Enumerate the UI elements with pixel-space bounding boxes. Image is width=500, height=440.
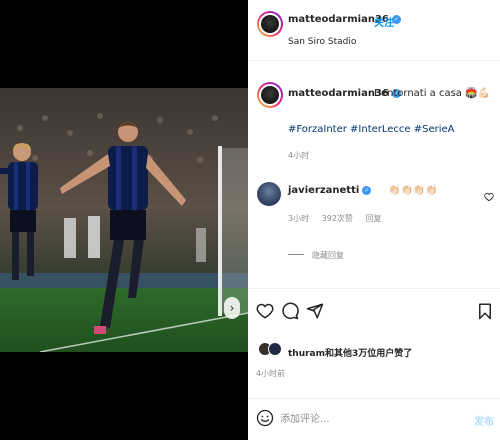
hide-replies-label: 隐藏回复: [312, 251, 344, 260]
comment-text: 👏🏻👏🏻👏🏻👏🏻: [388, 185, 438, 196]
commenter-avatar[interactable]: [257, 182, 281, 206]
comment-meta: 3小时 392次赞 回复: [288, 213, 391, 224]
heart-icon[interactable]: [256, 302, 274, 320]
add-comment-bar: 发布: [248, 398, 500, 440]
carousel-next-button[interactable]: ›: [224, 297, 240, 319]
reply-button[interactable]: 回复: [365, 214, 381, 223]
post-details: matteodarmian36 ✓ 关注 San Siro Stadio matt…: [248, 0, 500, 440]
post-comment-button[interactable]: 发布: [474, 413, 494, 428]
other-likers-text[interactable]: 和其他3万位用户赞了: [325, 349, 412, 359]
commenter-username-text[interactable]: javierzanetti: [288, 185, 359, 196]
send-icon[interactable]: [306, 302, 324, 320]
caption-text: Bentornati a casa 🏟️💪🏻: [374, 88, 491, 99]
header-divider: [248, 60, 500, 61]
reply-line-divider: [288, 254, 304, 255]
comment-icon[interactable]: [281, 302, 299, 320]
caption-avatar[interactable]: [259, 84, 281, 106]
bookmark-icon[interactable]: [476, 302, 494, 320]
post-photo[interactable]: ›: [0, 88, 248, 352]
first-liker-username[interactable]: thuram: [288, 349, 325, 359]
action-bar: [248, 300, 500, 330]
post-header: matteodarmian36 ✓ 关注 San Siro Stadio: [248, 0, 500, 60]
location-link[interactable]: San Siro Stadio: [288, 37, 356, 47]
caption-hashtags[interactable]: #ForzaInter #InterLecce #SerieA: [288, 124, 455, 135]
verified-badge-icon: ✓: [362, 186, 372, 195]
hide-replies-button[interactable]: 隐藏回复: [288, 250, 344, 261]
post-time: 4小时前: [256, 369, 286, 378]
comment-time: 3小时: [288, 214, 310, 223]
smiley-icon[interactable]: [256, 409, 274, 427]
follow-button[interactable]: 关注: [374, 14, 394, 29]
caption-time: 4小时: [288, 151, 310, 160]
author-avatar[interactable]: [259, 13, 281, 35]
chevron-right-icon: ›: [229, 301, 235, 315]
commenter-username[interactable]: javierzanetti ✓: [288, 185, 372, 196]
comments-divider: [248, 288, 500, 289]
comment-input[interactable]: [280, 410, 450, 428]
comment-like-heart-icon[interactable]: [484, 192, 494, 202]
liked-by-summary[interactable]: thuram和其他3万位用户赞了: [288, 346, 412, 359]
match-photo: [0, 88, 248, 352]
liker-avatar[interactable]: [268, 342, 282, 356]
media-pane: ›: [0, 0, 248, 440]
comment-likes[interactable]: 392次赞: [322, 214, 353, 223]
